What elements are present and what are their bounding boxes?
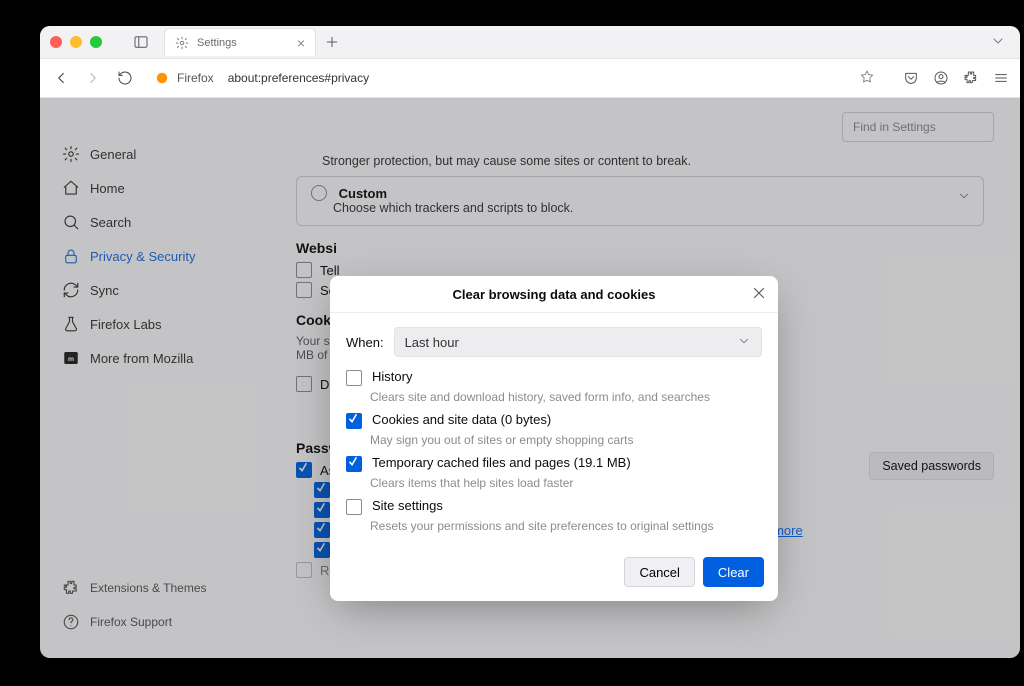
tabs-overflow-icon[interactable] [990,33,1006,52]
bookmark-star-icon[interactable] [859,69,875,88]
checkbox-icon[interactable] [346,370,362,386]
opt-sub: Clears items that help sites load faster [370,476,762,490]
opt-label: Site settings [372,498,443,513]
toolbar: Firefox about:preferences#privacy [40,59,1020,98]
dialog-buttons: Cancel Clear [330,547,778,601]
app-menu-icon[interactable] [992,69,1010,87]
minimize-window-icon[interactable] [70,36,82,48]
opt-sub: Clears site and download history, saved … [370,390,762,404]
clear-data-dialog: Clear browsing data and cookies When: La… [330,276,778,601]
url-path: about:preferences#privacy [222,71,369,85]
back-button[interactable] [50,67,72,89]
tab-settings[interactable]: Settings × [164,28,316,56]
extensions-icon[interactable] [962,69,980,87]
url-brand: Firefox [177,71,214,85]
opt-label: History [372,369,412,384]
chevron-down-icon [737,334,751,351]
reload-button[interactable] [114,67,136,89]
opt-cookies[interactable]: Cookies and site data (0 bytes) [346,412,762,429]
browser-window: Settings × Firefox about:preferences#pri… [40,26,1020,658]
opt-cache[interactable]: Temporary cached files and pages (19.1 M… [346,455,762,472]
opt-label: Cookies and site data (0 bytes) [372,412,551,427]
opt-sub: Resets your permissions and site prefere… [370,519,762,533]
gear-icon [175,36,189,50]
when-label: When: [346,335,384,350]
checkbox-icon[interactable] [346,456,362,472]
titlebar: Settings × [40,26,1020,59]
toolbar-right-icons [902,69,1010,87]
new-tab-icon[interactable] [324,34,340,50]
dialog-close-icon[interactable] [750,284,768,302]
tab-label: Settings [197,37,237,49]
cancel-button[interactable]: Cancel [624,557,694,587]
when-value: Last hour [405,335,459,350]
account-icon[interactable] [932,69,950,87]
opt-history[interactable]: History [346,369,762,386]
opt-label: Temporary cached files and pages (19.1 M… [372,455,631,470]
pocket-icon[interactable] [902,69,920,87]
firefox-logo-icon [155,71,169,85]
checkbox-icon[interactable] [346,499,362,515]
close-window-icon[interactable] [50,36,62,48]
when-select[interactable]: Last hour [394,327,762,357]
checkbox-icon[interactable] [346,413,362,429]
forward-button [82,67,104,89]
url-bar[interactable]: Firefox about:preferences#privacy [146,63,884,93]
dialog-title: Clear browsing data and cookies [453,287,656,302]
when-row: When: Last hour [346,327,762,357]
dialog-header: Clear browsing data and cookies [330,276,778,313]
settings-page: General Home Search Privacy & Security S… [40,98,1020,658]
sidebar-toggle-icon[interactable] [132,33,150,51]
opt-site-settings[interactable]: Site settings [346,498,762,515]
clear-button[interactable]: Clear [703,557,764,587]
tab-close-icon[interactable]: × [297,35,305,51]
zoom-window-icon[interactable] [90,36,102,48]
window-controls [50,36,102,48]
dialog-body: When: Last hour History Clears site and … [330,313,778,547]
opt-sub: May sign you out of sites or empty shopp… [370,433,762,447]
